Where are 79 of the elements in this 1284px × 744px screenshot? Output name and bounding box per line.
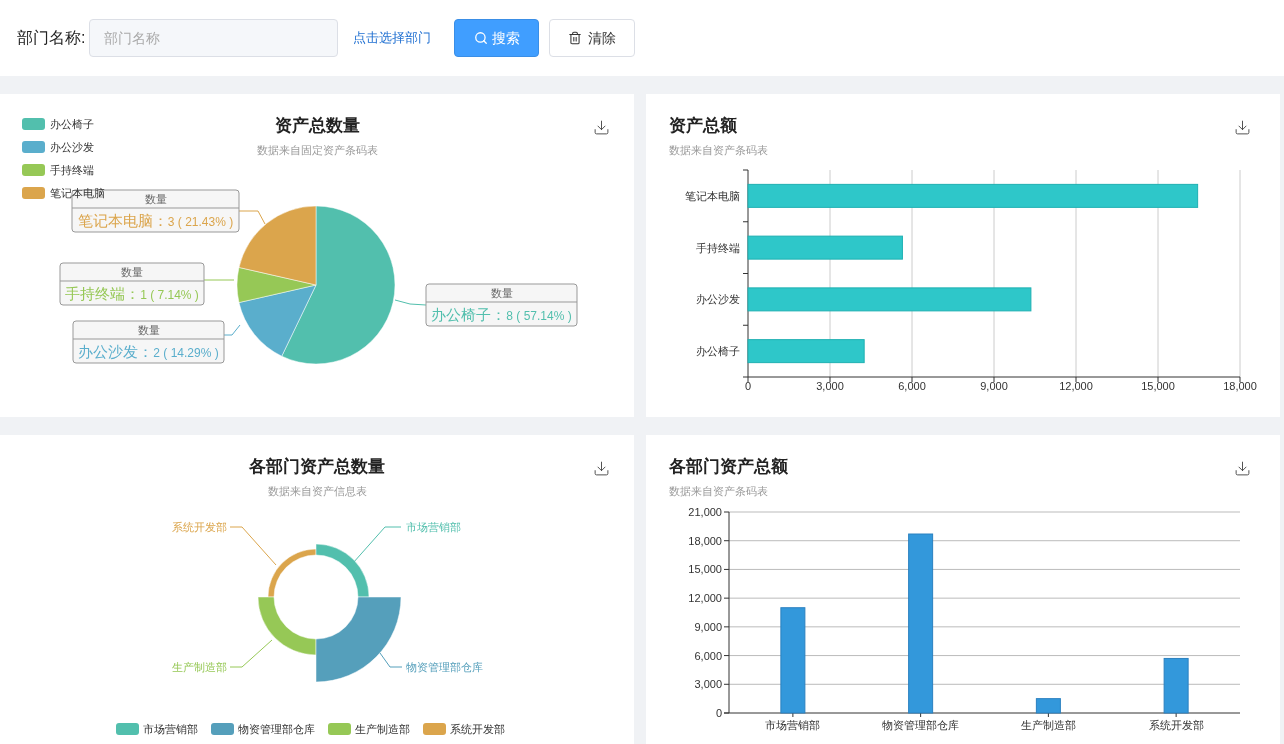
axis-category-label: 市场营销部 bbox=[765, 719, 821, 731]
leader-line bbox=[238, 210, 266, 225]
leader-line bbox=[229, 639, 273, 668]
axis-tick-label: 0 bbox=[744, 380, 752, 392]
axis-tick-label: 18,000 bbox=[1223, 380, 1257, 392]
legend-swatch[interactable] bbox=[22, 141, 45, 153]
chart-title: 各部门资产总数量 bbox=[249, 456, 385, 478]
axis-category-label: 办公沙发 bbox=[696, 293, 740, 306]
legend-label[interactable]: 生产制造部 bbox=[355, 723, 410, 735]
legend-swatch[interactable] bbox=[328, 723, 351, 735]
callout-text: 办公椅子：8 ( 57.14% ) bbox=[431, 306, 572, 323]
axis-tick-label: 9,000 bbox=[694, 620, 722, 633]
legend-swatch[interactable] bbox=[22, 187, 45, 199]
legend-swatch[interactable] bbox=[211, 723, 234, 735]
chart-title: 各部门资产总额 bbox=[669, 456, 788, 478]
axis-category-label: 生产制造部 bbox=[1020, 719, 1076, 731]
download-icon[interactable] bbox=[1234, 119, 1251, 136]
legend-swatch[interactable] bbox=[423, 723, 446, 735]
leader-line bbox=[394, 299, 427, 306]
axis-category-label: 物资管理部仓库 bbox=[882, 719, 960, 731]
select-department-link[interactable]: 点击选择部门 bbox=[353, 28, 432, 48]
legend-label[interactable]: 笔记本电脑 bbox=[50, 187, 105, 199]
axis-tick-label: 3,000 bbox=[816, 380, 844, 392]
callout-text: 手持终端：1 ( 7.14% ) bbox=[65, 285, 199, 302]
slice-label: 系统开发部 bbox=[172, 521, 227, 533]
axis-tick-label: 3,000 bbox=[694, 678, 722, 691]
field-label: 部门名称: bbox=[17, 28, 86, 48]
legend-swatch[interactable] bbox=[22, 164, 45, 176]
axis-tick-label: 9,000 bbox=[980, 380, 1008, 392]
slice-label: 生产制造部 bbox=[172, 661, 227, 673]
axis-tick-label: 15,000 bbox=[688, 563, 722, 576]
axis-tick-label: 12,000 bbox=[1059, 380, 1093, 392]
legend-label[interactable]: 系统开发部 bbox=[450, 723, 505, 735]
callout-header: 数量 bbox=[121, 266, 143, 278]
chart-subtitle: 数据来自资产条码表 bbox=[669, 143, 768, 158]
download-icon[interactable] bbox=[593, 119, 610, 136]
department-name-field[interactable]: 部门名称 bbox=[89, 19, 339, 57]
leader-line bbox=[352, 526, 402, 564]
callout-header: 数量 bbox=[144, 193, 167, 205]
chart-title: 资产总额 bbox=[669, 115, 737, 137]
legend-label[interactable]: 手持终端 bbox=[50, 164, 94, 176]
leader-line bbox=[379, 652, 403, 668]
search-icon bbox=[473, 31, 488, 45]
axis-tick-label: 6,000 bbox=[694, 649, 722, 662]
axis-tick-label: 21,000 bbox=[688, 506, 722, 518]
axis-category-label: 手持终端 bbox=[696, 241, 740, 254]
chart-subtitle: 数据来自资产条码表 bbox=[669, 484, 768, 499]
callout-text: 办公沙发：2 ( 14.29% ) bbox=[78, 343, 219, 360]
legend-label[interactable]: 办公沙发 bbox=[50, 141, 94, 153]
axis-tick-label: 12,000 bbox=[688, 592, 722, 605]
chart-subtitle: 数据来自资产信息表 bbox=[267, 484, 367, 499]
clear-button[interactable]: 清除 bbox=[549, 19, 636, 57]
callout-text: 笔记本电脑：3 ( 21.43% ) bbox=[77, 212, 234, 229]
legend-swatch[interactable] bbox=[22, 118, 45, 130]
leader-line bbox=[229, 526, 277, 566]
legend-swatch[interactable] bbox=[116, 723, 139, 735]
download-icon[interactable] bbox=[1234, 460, 1251, 477]
axis-tick-label: 0 bbox=[715, 707, 722, 719]
chart-subtitle: 数据来自固定资产条码表 bbox=[256, 143, 378, 158]
chart-title: 资产总数量 bbox=[274, 115, 360, 137]
slice-label: 物资管理部仓库 bbox=[406, 661, 483, 673]
callout-header: 数量 bbox=[490, 287, 513, 299]
axis-tick-label: 15,000 bbox=[1141, 380, 1175, 392]
axis-category-label: 系统开发部 bbox=[1148, 719, 1204, 731]
leader-line bbox=[203, 279, 235, 281]
bar bbox=[1035, 698, 1061, 714]
bar bbox=[1163, 657, 1189, 714]
legend-label[interactable]: 办公椅子 bbox=[50, 118, 94, 130]
legend-label[interactable]: 物资管理部仓库 bbox=[238, 723, 315, 735]
slice-label: 市场营销部 bbox=[406, 521, 461, 533]
axis-category-label: 办公椅子 bbox=[696, 345, 740, 358]
trash-icon bbox=[568, 31, 583, 45]
axis-category-label: 笔记本电脑 bbox=[685, 189, 740, 202]
callout-header: 数量 bbox=[137, 324, 160, 336]
download-icon[interactable] bbox=[593, 460, 610, 477]
legend-label[interactable]: 市场营销部 bbox=[143, 723, 198, 735]
axis-tick-label: 18,000 bbox=[688, 534, 722, 547]
axis-tick-label: 6,000 bbox=[898, 380, 926, 392]
leader-line bbox=[223, 324, 241, 336]
